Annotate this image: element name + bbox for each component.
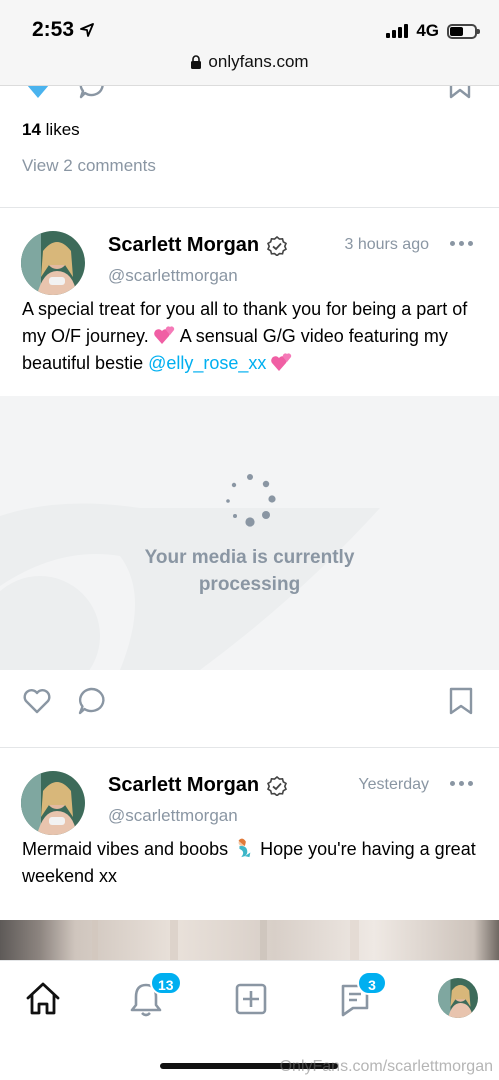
comment-button[interactable] — [76, 686, 106, 716]
media-processing-text: Your media is currently processing — [144, 547, 355, 595]
lock-icon — [191, 55, 202, 69]
tab-messages[interactable]: 3 — [335, 971, 387, 1019]
tab-new-post[interactable] — [231, 979, 271, 1019]
avatar-image — [21, 231, 85, 295]
tab-notifications[interactable]: 13 — [126, 971, 182, 1019]
post-card: Scarlett Morgan @scarlettmorgan Yesterda… — [0, 748, 499, 960]
home-icon — [26, 982, 60, 1015]
post-image[interactable] — [0, 920, 499, 960]
comment-icon[interactable] — [77, 86, 105, 100]
network-type: 4G — [416, 21, 439, 40]
mention-link[interactable]: @elly_rose_xx — [148, 353, 266, 373]
plus-square-icon — [235, 983, 267, 1015]
loading-spinner-icon — [226, 474, 276, 527]
watermark-logo-shape — [0, 503, 380, 670]
mermaid-emoji-icon — [238, 838, 251, 858]
likes-count: 14 likes — [22, 120, 80, 140]
more-icon[interactable] — [450, 241, 473, 246]
more-icon[interactable] — [450, 781, 473, 786]
heart-filled-icon[interactable] — [24, 86, 52, 100]
post-time: 3 hours ago — [344, 236, 429, 253]
two-hearts-emoji-icon — [153, 326, 174, 344]
tab-home[interactable] — [23, 979, 63, 1019]
author-name: Scarlett Morgan — [108, 234, 260, 256]
post-text: A special treat for you all to thank you… — [22, 296, 482, 377]
view-comments-link[interactable]: View 2 comments — [22, 156, 156, 176]
post-text-part: Mermaid vibes and boobs — [22, 839, 234, 859]
bookmark-icon[interactable] — [448, 86, 472, 100]
verified-icon — [267, 235, 288, 256]
signal-icon — [386, 24, 409, 38]
avatar[interactable] — [21, 231, 85, 295]
bookmark-icon — [449, 687, 473, 715]
avatar-image — [438, 978, 478, 1018]
previous-post-actions — [0, 86, 499, 106]
clock-time: 2:53 — [32, 18, 75, 41]
media-placeholder[interactable]: Your media is currently processing — [0, 396, 499, 670]
two-hearts-emoji-icon — [271, 353, 292, 371]
messages-badge: 3 — [357, 971, 387, 995]
post-author[interactable]: Scarlett Morgan — [108, 774, 288, 797]
post-handle[interactable]: @scarlettmorgan — [108, 806, 238, 826]
photo-preview — [0, 920, 499, 960]
post-card: Scarlett Morgan @scarlettmorgan 3 hours … — [0, 208, 499, 748]
address-bar[interactable]: onlyfans.com — [0, 52, 499, 72]
author-name: Scarlett Morgan — [108, 774, 260, 796]
battery-icon — [447, 23, 480, 39]
feed[interactable]: 14 likes View 2 comments Scarlett Morgan… — [0, 86, 499, 960]
location-arrow-icon — [80, 23, 94, 37]
browser-status-bar: 2:53 4G onlyfans.com — [0, 0, 499, 86]
avatar[interactable] — [21, 771, 85, 835]
url-text: onlyfans.com — [208, 52, 309, 71]
likes-label: likes — [45, 120, 80, 139]
notifications-badge: 13 — [150, 971, 182, 995]
tab-profile-avatar[interactable] — [438, 978, 478, 1018]
avatar-image — [21, 771, 85, 835]
post-handle[interactable]: @scarlettmorgan — [108, 266, 238, 286]
system-indicators: 4G — [386, 21, 480, 41]
like-button[interactable] — [22, 686, 52, 716]
watermark-text: OnlyFans.com/scarlettmorgan — [279, 1058, 493, 1075]
post-time: Yesterday — [358, 776, 429, 793]
post-actions — [0, 686, 499, 726]
clock: 2:53 — [32, 18, 94, 42]
bookmark-button[interactable] — [446, 686, 476, 716]
verified-icon — [267, 775, 288, 796]
heart-icon — [23, 689, 51, 714]
post-text: Mermaid vibes and boobs Hope you're havi… — [22, 836, 482, 890]
comment-icon — [78, 687, 105, 715]
likes-number: 14 — [22, 120, 41, 139]
post-author[interactable]: Scarlett Morgan — [108, 234, 288, 257]
